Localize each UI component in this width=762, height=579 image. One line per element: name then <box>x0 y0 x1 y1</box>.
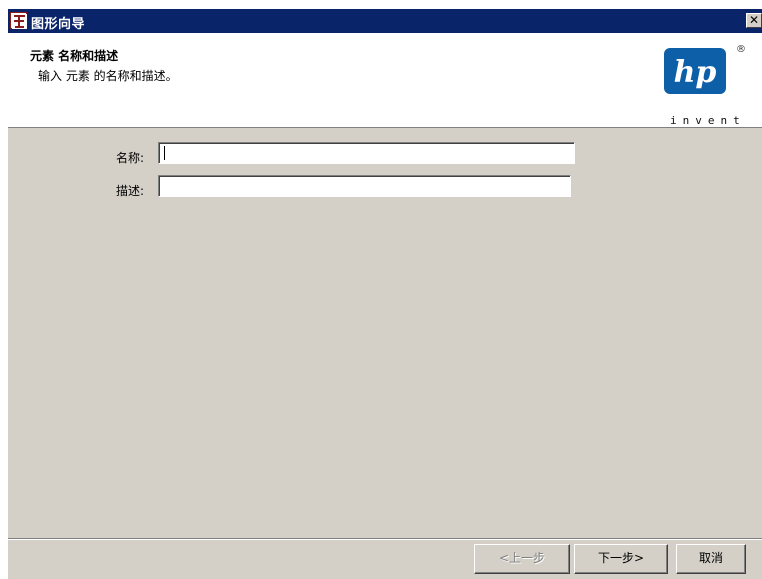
text-caret <box>164 146 165 160</box>
wizard-footer: <上一步 下一步> 取消 <box>8 540 762 579</box>
hp-logo-text: hp <box>674 55 717 90</box>
description-label: 描述: <box>116 184 145 198</box>
registered-mark: ® <box>736 44 746 55</box>
description-input[interactable] <box>158 175 571 197</box>
cancel-button[interactable]: 取消 <box>676 544 746 574</box>
next-button[interactable]: 下一步> <box>574 544 668 574</box>
hp-logo: hp ® invent <box>656 41 756 127</box>
title-bar: 图形向导 ✕ <box>8 9 762 33</box>
window-title: 图形向导 <box>31 17 86 32</box>
logo-tagline: invent <box>670 114 746 127</box>
name-label: 名称: <box>116 151 145 165</box>
close-icon[interactable]: ✕ <box>746 13 762 28</box>
back-button[interactable]: <上一步 <box>474 544 570 574</box>
step-title: 元素 名称和描述 <box>30 49 119 63</box>
name-input[interactable] <box>158 142 575 164</box>
wizard-app-icon <box>10 12 27 29</box>
hp-logo-mark: hp <box>664 48 726 94</box>
wizard-content: 名称: 描述: <box>8 128 762 538</box>
wizard-header: 元素 名称和描述 输入 元素 的名称和描述。 hp ® invent <box>8 33 762 128</box>
step-subtitle: 输入 元素 的名称和描述。 <box>38 69 178 83</box>
